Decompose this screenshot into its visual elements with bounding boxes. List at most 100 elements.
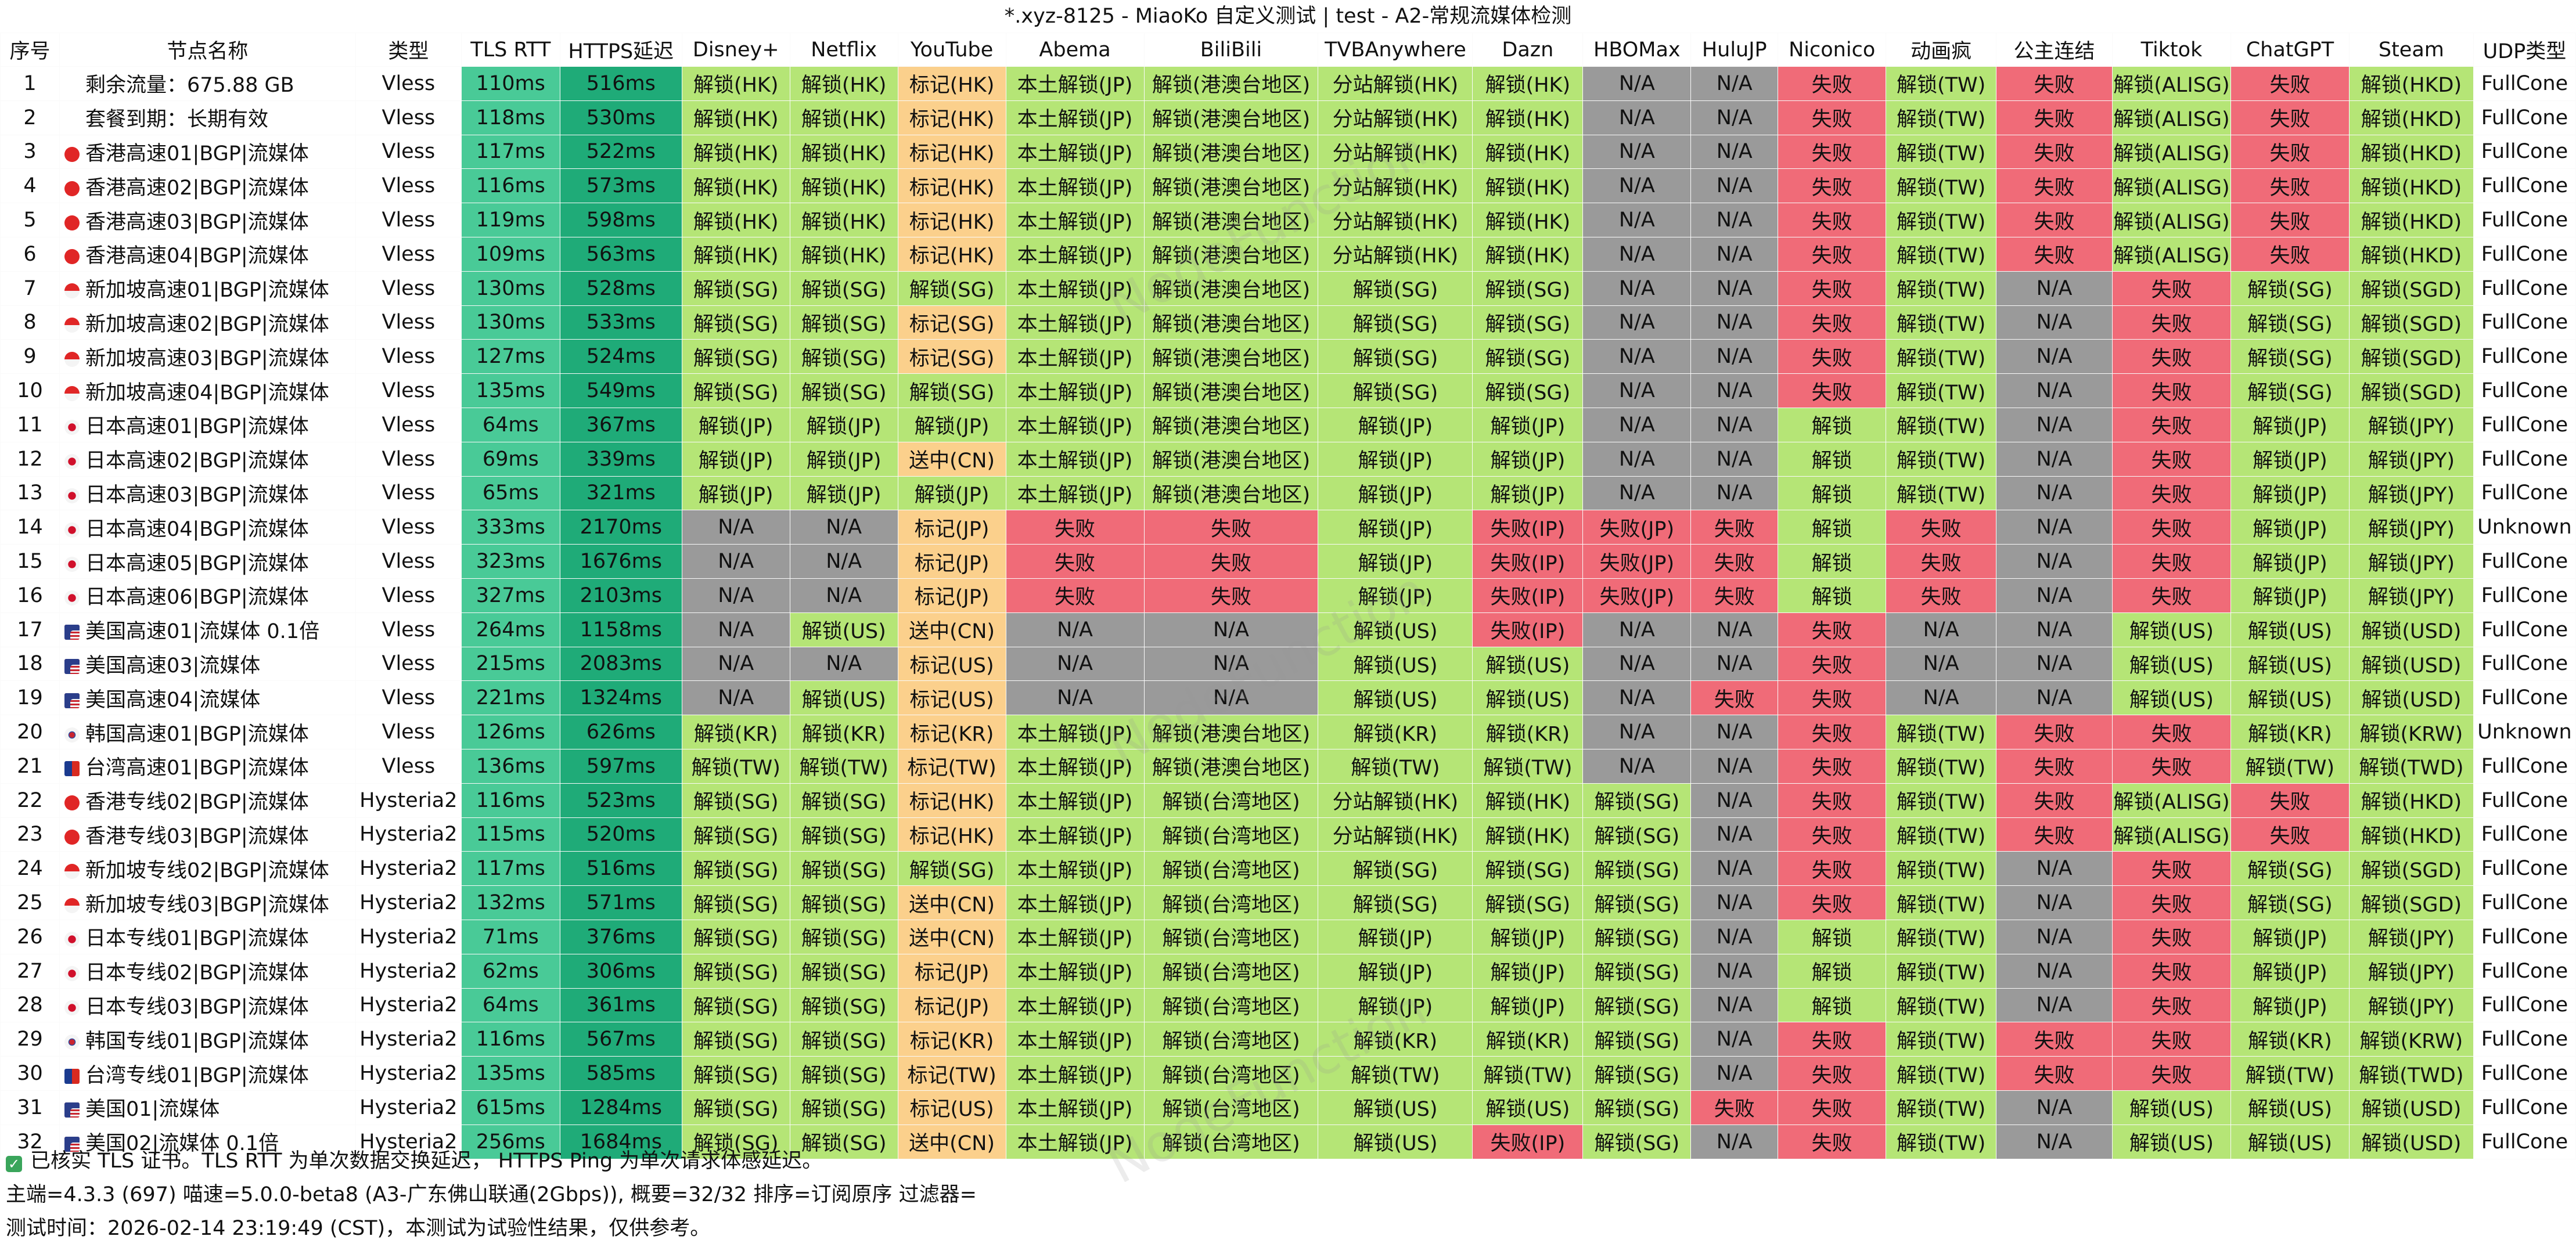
result-cell: 本土解锁(JP) [1005,1022,1145,1057]
column-header[interactable]: HBOMax [1582,33,1692,67]
table-row[interactable]: 25 新加坡专线03|BGP|流媒体 Hysteria2 132ms 571ms 解锁(S… [0,885,2576,920]
result-cell: 解锁(TW) [1886,203,1997,237]
column-header[interactable]: UDP类型 [2473,33,2576,67]
type-cell: Vless [355,715,462,749]
table-row[interactable]: 29 韩国专线01|BGP|流媒体 Hysteria2 116ms 567ms 解锁(SG… [0,1022,2576,1057]
table-row[interactable]: 14 日本高速04|BGP|流媒体 Vless 333ms 2170ms N/A N/A 标记… [0,510,2576,545]
result-cell: 失败 [2230,134,2350,170]
table-row[interactable]: 18 美国高速03|流媒体 Vless 215ms 2083ms N/A N/A 标记(US)… [0,646,2576,682]
result-cell: 解锁(SG) [1472,885,1584,920]
column-header[interactable]: Dazn [1472,33,1584,67]
table-row[interactable]: 26 日本专线01|BGP|流媒体 Hysteria2 71ms 376ms 解锁(SG)… [0,919,2576,954]
result-cell: 本土解锁(JP) [1005,66,1145,101]
table-row[interactable]: 13 日本高速03|BGP|流媒体 Vless 65ms 321ms 解锁(JP) 解锁(J… [0,475,2576,511]
column-header[interactable]: Niconico [1778,33,1887,67]
column-header[interactable]: TLS RTT [460,33,560,67]
result-cell-text: 解锁(KRW) [2359,1029,2463,1053]
table-row[interactable]: 22 香港专线02|BGP|流媒体 Hysteria2 116ms 523ms 解锁(SG… [0,783,2576,818]
table-row[interactable]: 9 新加坡高速03|BGP|流媒体 Vless 127ms 524ms 解锁(SG) 解锁(… [0,339,2576,374]
column-header[interactable]: Netflix [789,33,898,67]
type-cell-text: Vless [382,174,436,198]
column-header[interactable]: HuluJP [1690,33,1779,67]
column-header[interactable]: Abema [1005,33,1145,67]
result-cell: 解锁(台湾地区) [1143,851,1319,886]
result-cell-text: N/A [1716,379,1753,403]
table-row[interactable]: 12 日本高速02|BGP|流媒体 Vless 69ms 339ms 解锁(JP) 解锁(J… [0,441,2576,477]
column-header[interactable]: 公主连结 [1996,33,2113,67]
result-cell: 解锁(USD) [2348,646,2474,682]
table-row[interactable]: 7 新加坡高速01|BGP|流媒体 Vless 130ms 528ms 解锁(SG) 解锁(… [0,271,2576,306]
result-cell: 本土解锁(JP) [1005,236,1145,272]
result-cell-text: 解锁(HK) [801,108,887,132]
row-index-cell: 6 [0,236,60,272]
type-cell-text: Hysteria2 [359,823,458,846]
result-cell-text: N/A [1618,720,1655,744]
result-cell-text: N/A [2036,550,2073,574]
table-row[interactable]: 23 香港专线03|BGP|流媒体 Hysteria2 115ms 520ms 解锁(SG… [0,817,2576,852]
result-cell: 解锁(SG) [789,919,898,954]
result-cell: 失败 [2112,851,2231,886]
table-row[interactable]: 16 日本高速06|BGP|流媒体 Vless 327ms 2103ms N/A N/A 标记… [0,578,2576,613]
column-header[interactable]: ChatGPT [2230,33,2350,67]
column-header[interactable]: BiliBili [1143,33,1319,67]
column-header[interactable]: YouTube [897,33,1006,67]
row-index-cell: 23 [0,817,60,852]
tls-rtt-cell: 333ms [460,510,560,545]
table-row[interactable]: 11 日本高速01|BGP|流媒体 Vless 64ms 367ms 解锁(JP) 解锁(J… [0,407,2576,442]
result-cell-text: 解锁(JP) [806,483,882,507]
row-index-cell: 2 [0,100,60,135]
table-row[interactable]: 10 新加坡高速04|BGP|流媒体 Vless 135ms 549ms 解锁(SG) 解锁… [0,373,2576,408]
table-row[interactable]: 27 日本专线02|BGP|流媒体 Hysteria2 62ms 306ms 解锁(SG)… [0,953,2576,989]
table-row[interactable]: 30 台湾专线01|BGP|流媒体 Hysteria2 135ms 585ms 解锁(SG… [0,1056,2576,1091]
table-row[interactable]: 3 香港高速01|BGP|流媒体 Vless 117ms 522ms 解锁(HK) 解锁(H… [0,134,2576,170]
https-latency-cell-text: 1158ms [580,618,662,641]
column-header[interactable]: 动画疯 [1886,33,1997,67]
table-row[interactable]: 4 香港高速02|BGP|流媒体 Vless 116ms 573ms 解锁(HK) 解锁(H… [0,168,2576,204]
table-row[interactable]: 2 套餐到期：长期有效 Vless 118ms 530ms 解锁(HK) 解锁(HK) 标记(… [0,100,2576,135]
table-row[interactable]: 21 台湾高速01|BGP|流媒体 Vless 136ms 597ms 解锁(TW) 解锁(… [0,748,2576,784]
table-row[interactable]: 1 剩余流量：675.88 GB Vless 110ms 516ms 解锁(HK) 解锁(H… [0,66,2576,101]
result-cell: 解锁(JPY) [2348,510,2474,545]
result-cell: 本土解锁(JP) [1005,271,1145,306]
table-row[interactable]: 28 日本专线03|BGP|流媒体 Hysteria2 64ms 361ms 解锁(SG)… [0,987,2576,1023]
tls-rtt-cell: 215ms [460,646,560,682]
table-row[interactable]: 8 新加坡高速02|BGP|流媒体 Vless 130ms 533ms 解锁(SG) 解锁(… [0,305,2576,340]
result-cell: FullCone [2473,339,2576,374]
https-latency-cell-text: 361ms [586,993,656,1017]
table-row[interactable]: 19 美国高速04|流媒体 Vless 221ms 1324ms N/A 解锁(US) 标记(… [0,680,2576,716]
https-latency-cell-text: 1324ms [580,686,662,710]
result-cell: FullCone [2473,885,2576,920]
column-header[interactable]: Tiktok [2112,33,2231,67]
result-cell-text: 失败 [2151,347,2192,370]
column-header[interactable]: 类型 [355,33,462,67]
column-header[interactable]: TVBAnywhere [1318,33,1473,67]
table-row[interactable]: 6 香港高速04|BGP|流媒体 Vless 109ms 563ms 解锁(HK) 解锁(H… [0,236,2576,272]
result-cell-text: 失败 [1811,176,1852,200]
result-cell-text: 解锁 [1811,552,1852,575]
node-name-cell: 套餐到期：长期有效 [59,100,356,135]
result-cell-text: N/A [1618,379,1655,403]
result-cell: 本土解锁(JP) [1005,1056,1145,1091]
column-header[interactable]: 节点名称 [59,33,356,67]
result-cell-text: FullCone [2481,925,2568,949]
table-row[interactable]: 31 美国01|流媒体 Hysteria2 615ms 1284ms 解锁(SG) 解锁(S… [0,1090,2576,1125]
result-cell-text: 失败 [1811,791,1852,814]
table-row[interactable]: 5 香港高速03|BGP|流媒体 Vless 119ms 598ms 解锁(HK) 解锁(H… [0,203,2576,237]
result-cell: 解锁(港澳台地区) [1143,100,1319,135]
table-row[interactable]: 24 新加坡专线02|BGP|流媒体 Hysteria2 117ms 516ms 解锁(S… [0,851,2576,886]
column-header[interactable]: Steam [2348,33,2474,67]
result-cell-text: 失败 [1714,688,1755,712]
column-header[interactable]: 序号 [0,33,60,67]
table-row[interactable]: 15 日本高速05|BGP|流媒体 Vless 323ms 1676ms N/A N/A 标记… [0,544,2576,579]
column-header[interactable]: Disney+ [681,33,790,67]
result-cell: 失败 [2112,475,2231,511]
table-row[interactable]: 17 美国高速01|流媒体 0.1倍 Vless 264ms 1158ms N/A 解锁(U… [0,612,2576,647]
result-cell-text: 解锁(TW) [2245,756,2335,780]
result-cell-text: 解锁(JP) [1358,483,1433,507]
row-index-cell: 16 [0,578,60,613]
tls-rtt-cell: 116ms [460,168,560,204]
result-cell-text: 本土解锁(JP) [1017,108,1133,132]
column-header[interactable]: HTTPS延迟 [559,33,682,67]
table-row[interactable]: 20 韩国高速01|BGP|流媒体 Vless 126ms 626ms 解锁(KR) 解锁(… [0,715,2576,749]
type-cell: Vless [355,612,462,647]
